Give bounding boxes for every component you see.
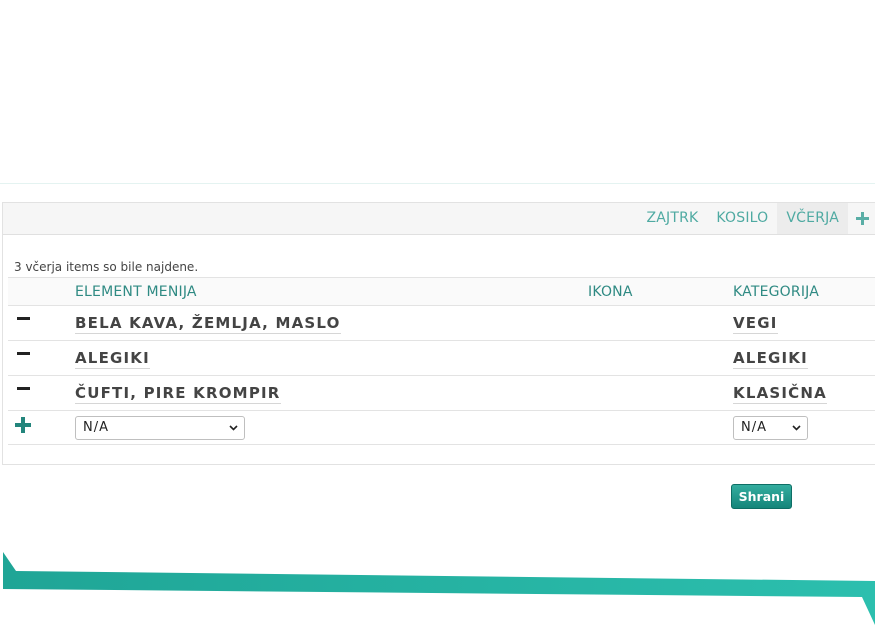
tab-zajtrk[interactable]: ZAJTRK: [637, 203, 707, 234]
tab-kosilo[interactable]: KOSILO: [707, 203, 777, 234]
tab-vecerja[interactable]: VČERJA: [777, 203, 848, 234]
add-tab-button[interactable]: [848, 203, 875, 234]
column-header-element: ELEMENT MENIJA: [75, 284, 197, 300]
menu-item-category[interactable]: ALEGIKI: [733, 349, 808, 369]
menu-table: ELEMENT MENIJA IKONA KATEGORIJA BELA KAV…: [8, 277, 875, 445]
minus-icon[interactable]: [17, 317, 30, 320]
chevron-down-icon: [229, 425, 238, 431]
minus-icon[interactable]: [17, 387, 30, 390]
menu-item-name[interactable]: BELA KAVA, ŽEMLJA, MASLO: [75, 314, 341, 334]
table-row: ALEGIKI ALEGIKI: [8, 341, 875, 376]
element-select-value: N/A: [83, 420, 109, 435]
column-header-icon: IKONA: [588, 284, 633, 300]
category-select-value: N/A: [741, 420, 767, 435]
menu-editor-page: ZAJTRK KOSILO VČERJA 3 včerja items so b…: [0, 0, 875, 625]
divider: [0, 183, 875, 184]
items-count: 3 včerja items so bile najdene.: [14, 260, 199, 274]
menu-item-category[interactable]: KLASIČNA: [733, 384, 827, 404]
minus-icon[interactable]: [17, 352, 30, 355]
new-item-row: N/A N/A: [8, 411, 875, 445]
plus-icon[interactable]: [15, 417, 31, 433]
column-header-category: KATEGORIJA: [733, 284, 820, 300]
menu-item-category[interactable]: VEGI: [733, 314, 778, 334]
decorative-wave: [3, 552, 875, 625]
menu-item-name[interactable]: ALEGIKI: [75, 349, 150, 369]
plus-icon: [855, 212, 869, 225]
menu-panel: ZAJTRK KOSILO VČERJA 3 včerja items so b…: [2, 202, 875, 465]
table-header: ELEMENT MENIJA IKONA KATEGORIJA: [8, 277, 875, 306]
tab-bar: ZAJTRK KOSILO VČERJA: [3, 203, 875, 235]
table-row: ČUFTI, PIRE KROMPIR KLASIČNA: [8, 376, 875, 411]
save-button[interactable]: Shrani: [731, 484, 792, 509]
chevron-down-icon: [792, 425, 801, 431]
element-select[interactable]: N/A: [75, 416, 245, 440]
table-row: BELA KAVA, ŽEMLJA, MASLO VEGI: [8, 306, 875, 341]
meal-tabs: ZAJTRK KOSILO VČERJA: [637, 203, 875, 234]
category-select[interactable]: N/A: [733, 416, 808, 440]
menu-item-name[interactable]: ČUFTI, PIRE KROMPIR: [75, 384, 281, 404]
